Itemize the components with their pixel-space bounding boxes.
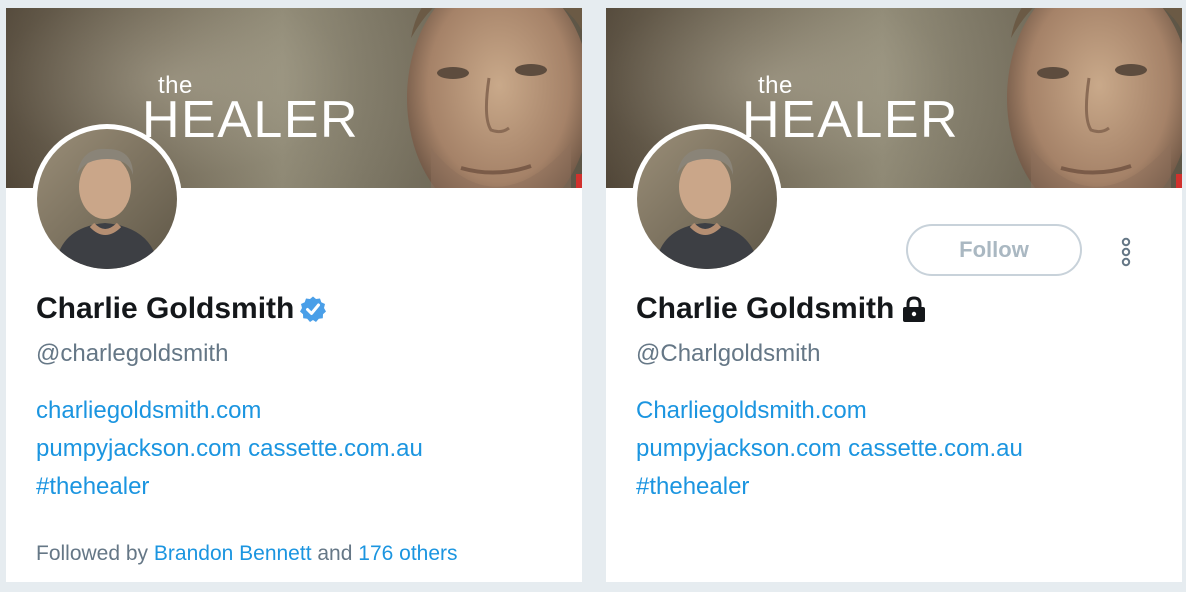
- website-link[interactable]: Charliegoldsmith.com: [636, 397, 867, 424]
- profile-name-text: Charlie Goldsmith: [636, 292, 895, 325]
- followed-by: Followed by Brandon Bennett and 176 othe…: [36, 542, 458, 566]
- followed-by-prefix: Followed by: [36, 542, 149, 565]
- banner-portrait: [1007, 8, 1182, 188]
- hashtag-link[interactable]: #thehealer: [36, 473, 149, 500]
- banner-title-big: HEALER: [742, 91, 960, 149]
- avatar[interactable]: [632, 124, 782, 274]
- more-options-icon[interactable]: [1114, 236, 1138, 268]
- banner-edge-mark: [576, 174, 582, 188]
- avatar-image: [37, 129, 177, 269]
- banner-title-big: HEALER: [142, 91, 360, 149]
- website-link[interactable]: pumpyjackson.com: [636, 435, 841, 462]
- lock-icon: [903, 296, 926, 322]
- banner-portrait: [407, 8, 582, 188]
- followed-by-and: and: [317, 542, 353, 565]
- profile-name-text: Charlie Goldsmith: [36, 292, 295, 325]
- avatar-image: [637, 129, 777, 269]
- website-link[interactable]: cassette.com.au: [848, 435, 1023, 462]
- others-link[interactable]: 176 others: [358, 542, 457, 565]
- banner-edge-mark: [1176, 174, 1182, 188]
- website-link[interactable]: charliegoldsmith.com: [36, 397, 261, 424]
- profile-handle: @Charlgoldsmith: [636, 340, 821, 367]
- profile-card-verified: the HEALER Charlie Goldsmith @charlegold…: [6, 8, 582, 582]
- website-link[interactable]: cassette.com.au: [248, 435, 423, 462]
- follow-button[interactable]: Follow: [906, 224, 1082, 276]
- profile-name: Charlie Goldsmith: [36, 292, 327, 326]
- follower-link[interactable]: Brandon Bennett: [154, 542, 312, 565]
- avatar[interactable]: [32, 124, 182, 274]
- profile-handle: @charlegoldsmith: [36, 340, 229, 367]
- profile-name: Charlie Goldsmith: [636, 292, 929, 326]
- profile-bio-links: charliegoldsmith.com pumpyjackson.com ca…: [36, 392, 423, 506]
- profile-bio-links: Charliegoldsmith.com pumpyjackson.com ca…: [636, 392, 1023, 506]
- website-link[interactable]: pumpyjackson.com: [36, 435, 241, 462]
- verified-badge-icon: [300, 296, 327, 322]
- hashtag-link[interactable]: #thehealer: [636, 473, 749, 500]
- profile-card-protected: the HEALER Follow Charlie Goldsmith @Cha…: [606, 8, 1182, 582]
